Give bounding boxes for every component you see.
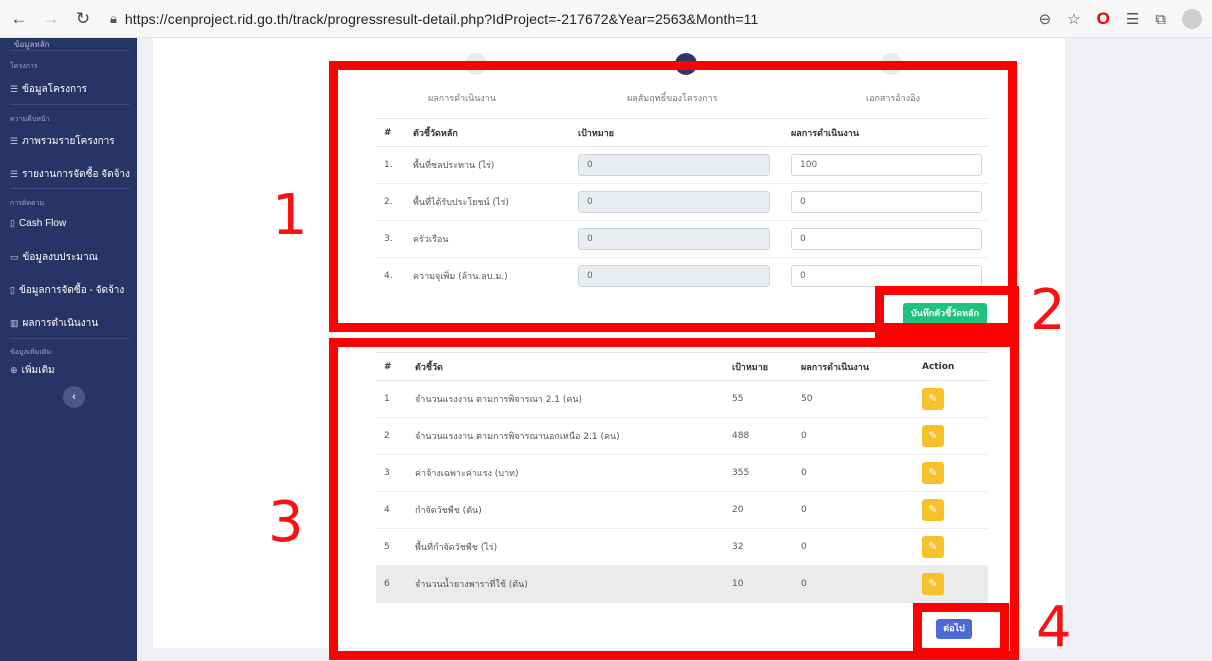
- lock-icon: 🔒︎: [110, 10, 117, 26]
- divider: [10, 50, 130, 51]
- list-icon: ☰: [10, 84, 19, 94]
- annotation-number-2: 2: [1030, 278, 1066, 343]
- annotation-box-4: [913, 603, 1009, 657]
- sidebar-item-performance[interactable]: ▥ ผลการดำเนินงาน: [10, 316, 98, 331]
- list-icon: ☰: [10, 136, 19, 146]
- sidebar-item-overview[interactable]: ☰ ภาพรวมรายโครงการ: [10, 134, 115, 149]
- favorite-star-icon[interactable]: ☆: [1067, 10, 1080, 28]
- sidebar-section-label: ข้อมูลเพิ่มเติม: [10, 349, 52, 356]
- sidebar-item-project-info[interactable]: ☰ ข้อมูลโครงการ: [10, 82, 87, 97]
- bar-chart-icon: ▥: [10, 318, 19, 328]
- profile-avatar[interactable]: [1182, 9, 1202, 29]
- list-icon: ☰: [10, 169, 19, 179]
- annotation-box-2: [875, 286, 1019, 340]
- sidebar-item-label: ข้อมูลงบประมาณ: [22, 252, 98, 263]
- divider: [10, 338, 130, 339]
- sidebar-item-procurement[interactable]: ▯ ข้อมูลการจัดซื้อ - จัดจ้าง: [10, 283, 124, 298]
- annotation-number-1: 1: [272, 183, 308, 248]
- sidebar-item-label: ผลการดำเนินงาน: [22, 318, 99, 329]
- sidebar-collapse-button[interactable]: ‹: [63, 386, 85, 408]
- divider: [10, 104, 130, 105]
- sidebar-section-label: ความคืบหน้า: [10, 116, 50, 123]
- sidebar: ข้อมูลหลัก โครงการ ☰ ข้อมูลโครงการ ความค…: [0, 38, 137, 661]
- sidebar-item-label: เพิ่มเติม: [21, 365, 55, 376]
- add-circle-icon: ⊕: [10, 365, 18, 375]
- sidebar-item-budget[interactable]: ▭ ข้อมูลงบประมาณ: [10, 250, 98, 265]
- sidebar-item-cash-flow[interactable]: ▯ Cash Flow: [10, 218, 66, 229]
- sidebar-item-more[interactable]: ⊕ เพิ่มเติม: [10, 363, 55, 378]
- address-bar[interactable]: https://cenproject.rid.go.th/track/progr…: [125, 11, 758, 27]
- annotation-number-4: 4: [1036, 595, 1072, 660]
- collections-icon[interactable]: ⧉: [1155, 11, 1166, 28]
- sidebar-item-label: รายงานการจัดซื้อ จัดจ้าง: [22, 169, 130, 180]
- card-icon: ▭: [10, 252, 19, 262]
- browser-actions: ⊖ ☆ O ☰ ⧉: [1039, 0, 1202, 38]
- sidebar-section-label: โครงการ: [10, 63, 38, 70]
- document-icon: ▯: [10, 218, 15, 228]
- divider: [10, 188, 130, 189]
- forward-arrow-icon[interactable]: →: [38, 6, 64, 32]
- sidebar-section-label: การติดตาม: [10, 200, 45, 207]
- sidebar-item-label: Cash Flow: [18, 218, 67, 229]
- refresh-icon[interactable]: ↻: [70, 6, 96, 32]
- annotation-number-3: 3: [268, 490, 304, 555]
- sidebar-item-label: ข้อมูลโครงการ: [22, 84, 87, 95]
- favorites-list-icon[interactable]: ☰: [1126, 10, 1139, 28]
- document-icon: ▯: [10, 285, 15, 295]
- sidebar-item-label: ข้อมูลการจัดซื้อ - จัดจ้าง: [18, 285, 125, 296]
- opera-extension-icon[interactable]: O: [1097, 9, 1110, 29]
- browser-toolbar: ← → ↻ 🔒︎ https://cenproject.rid.go.th/tr…: [0, 0, 1212, 38]
- back-arrow-icon[interactable]: ←: [6, 6, 32, 32]
- zoom-icon[interactable]: ⊖: [1039, 10, 1052, 28]
- sidebar-item-procurement-report[interactable]: ☰ รายงานการจัดซื้อ จัดจ้าง: [10, 167, 130, 182]
- screen: ← → ↻ 🔒︎ https://cenproject.rid.go.th/tr…: [0, 0, 1212, 661]
- sidebar-item-label: ภาพรวมรายโครงการ: [22, 136, 115, 147]
